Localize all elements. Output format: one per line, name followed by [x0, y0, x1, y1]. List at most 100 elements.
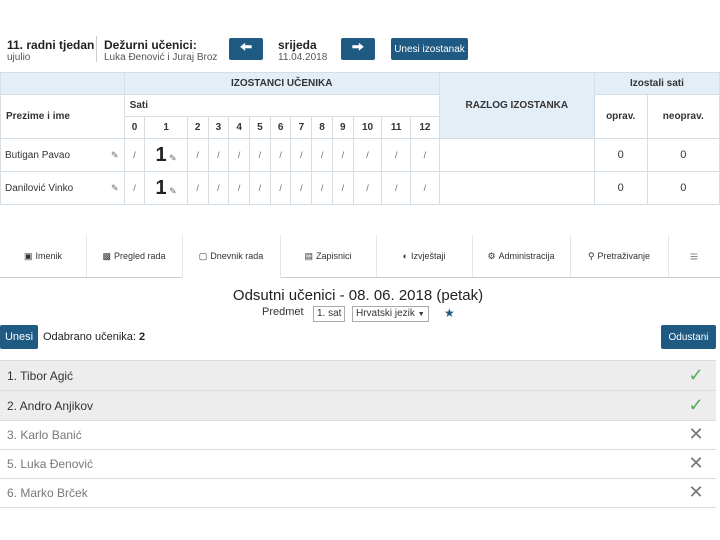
hour-header: 12 — [410, 116, 440, 139]
list-item[interactable]: 1. Tibor Agić ✓ — [0, 361, 716, 391]
prev-day-button[interactable]: 🠨 — [229, 38, 263, 60]
hour-header: 0 — [123, 116, 146, 139]
duty-label: Dežurni učenici: — [104, 38, 197, 52]
hour-header: 8 — [311, 116, 333, 139]
hour-cell[interactable]: / — [228, 171, 251, 205]
hour-header: 4 — [228, 116, 251, 139]
hour-cell[interactable]: / — [123, 171, 146, 205]
hour-cell[interactable]: / — [207, 171, 230, 205]
hour-header: 11 — [381, 116, 412, 139]
subject-select[interactable]: Hrvatski jezik ▼ — [352, 306, 429, 322]
main-tabs: ▣ Imenik ▩ Pregled rada ▢ Dnevnik rada ▤ Zap… — [0, 235, 720, 279]
tab-zapisnici[interactable]: ▤ Zapisnici — [280, 235, 377, 277]
tab-administracija[interactable]: ⚙ Administracija — [472, 235, 571, 277]
hour-cell[interactable]: / — [290, 171, 313, 205]
hour-cell[interactable]: / — [290, 138, 313, 172]
name-column-header: Prezime i ime — [0, 94, 125, 139]
cross-icon: ✕ — [688, 424, 704, 444]
hour-cell[interactable]: / — [269, 171, 292, 205]
date-label: 11.04.2018 — [278, 52, 328, 63]
hour-header: 2 — [186, 116, 209, 139]
subject-label: Predmet — [262, 306, 304, 318]
cross-icon: ✕ — [688, 453, 704, 473]
hour-cell[interactable]: / — [249, 138, 271, 172]
arrow-right-icon: 🠪 — [351, 38, 365, 56]
hour-cell[interactable]: / — [249, 171, 271, 205]
list-item[interactable]: 3. Karlo Banić ✕ — [0, 420, 716, 450]
hour-cell[interactable]: / — [331, 138, 354, 172]
unexcused-count: 0 — [646, 171, 720, 205]
tab-dnevnik-rada[interactable]: ▢ Dnevnik rada — [182, 235, 281, 279]
tab-pretrazivanje[interactable]: ⚲ Pretraživanje — [570, 235, 669, 277]
student-row: Butigan Pavao ✎ / 1 ✎ / / / / / / / / / … — [0, 138, 720, 172]
hour-cell[interactable]: / — [207, 138, 230, 172]
day-label: srijeda — [278, 38, 317, 52]
absences-header: IZOSTANCI UČENIKA — [123, 72, 440, 95]
cancel-button[interactable]: Odustani — [661, 325, 716, 349]
week-title: 11. radni tjedan — [7, 38, 95, 52]
hour-cell[interactable]: 1 ✎ — [144, 138, 188, 172]
search-icon: ⚲ — [587, 250, 595, 261]
list-item[interactable]: 2. Andro Anjikov ✓ — [0, 391, 716, 421]
tab-izvjestaji[interactable]: ◐ Izvještaji — [376, 235, 473, 277]
missed-hours-header: Izostali sati — [593, 72, 720, 95]
list-item[interactable]: 5. Luka Đenović ✕ — [0, 449, 716, 479]
hour-cell[interactable]: / — [331, 171, 354, 205]
menu-icon[interactable]: ≡ — [668, 235, 720, 277]
pencil-icon[interactable]: ✎ — [105, 171, 125, 205]
excused-count: 0 — [593, 171, 648, 205]
hour-cell[interactable]: / — [186, 138, 209, 172]
hour-cell[interactable]: / — [352, 138, 383, 172]
hour-cell[interactable]: / — [410, 171, 440, 205]
next-day-button[interactable]: 🠪 — [341, 38, 375, 60]
student-row: Danilović Vinko ✎ / 1 ✎ / / / / / / / / … — [0, 171, 720, 205]
hour-header: 10 — [352, 116, 383, 139]
enter-button[interactable]: Unesi — [0, 325, 38, 349]
student-name: Danilović Vinko — [0, 171, 106, 205]
hour-cell[interactable]: / — [381, 171, 412, 205]
reason-cell[interactable] — [438, 138, 595, 172]
hours-label: Sati — [123, 94, 440, 117]
hour-cell[interactable]: / — [311, 138, 333, 172]
hour-cell[interactable]: / — [269, 138, 292, 172]
pencil-icon[interactable]: ✎ — [105, 138, 125, 172]
duty-names: Luka Đenović i Juraj Broz — [104, 52, 218, 63]
tab-pregled-rada[interactable]: ▩ Pregled rada — [86, 235, 183, 277]
list-item[interactable]: 6. Marko Brček ✕ — [0, 478, 716, 508]
selected-count-label: Odabrano učenika: 2 — [43, 331, 146, 343]
hour-cell[interactable]: / — [352, 171, 383, 205]
hour-header: 7 — [290, 116, 313, 139]
hour-cell[interactable]: / — [410, 138, 440, 172]
star-icon[interactable]: ★ — [444, 306, 455, 320]
reason-header: RAZLOG IZOSTANKA — [438, 72, 595, 139]
hour-cell[interactable]: / — [381, 138, 412, 172]
student-name: Butigan Pavao — [0, 138, 106, 172]
add-absence-button[interactable]: Unesi izostanak — [391, 38, 468, 60]
hour-header: 6 — [269, 116, 292, 139]
reason-cell[interactable] — [438, 171, 595, 205]
selected-count: 2 — [139, 331, 146, 343]
hour-cell[interactable]: / — [311, 171, 333, 205]
check-icon: ✓ — [688, 365, 704, 385]
hour-cell[interactable]: / — [228, 138, 251, 172]
hour-header: 5 — [249, 116, 271, 139]
hour-header: 9 — [331, 116, 354, 139]
hour-header: 1 — [144, 116, 188, 139]
hour-cell[interactable]: 1 ✎ — [144, 171, 188, 205]
hour-select[interactable]: 1. sat — [313, 306, 346, 322]
unexcused-header: neoprav. — [646, 94, 720, 139]
attendance-table: IZOSTANCI UČENIKA RAZLOG IZOSTANKA Izost… — [0, 72, 720, 205]
hour-cell[interactable]: / — [123, 138, 146, 172]
inbox-icon: ▤ — [304, 250, 313, 261]
arrow-left-icon: 🠨 — [239, 38, 253, 56]
journal-icon: ▢ — [198, 250, 208, 261]
book-icon: ▣ — [23, 250, 33, 261]
hour-cell[interactable]: / — [186, 171, 209, 205]
header-divider — [96, 36, 97, 62]
month-label: ujulio — [7, 52, 31, 63]
check-icon: ✓ — [688, 395, 704, 415]
page-title: Odsutni učenici - 08. 06. 2018 (petak) — [232, 287, 484, 304]
excused-header: oprav. — [593, 94, 648, 139]
briefcase-icon: ▩ — [102, 250, 111, 261]
tab-imenik[interactable]: ▣ Imenik — [0, 235, 87, 277]
